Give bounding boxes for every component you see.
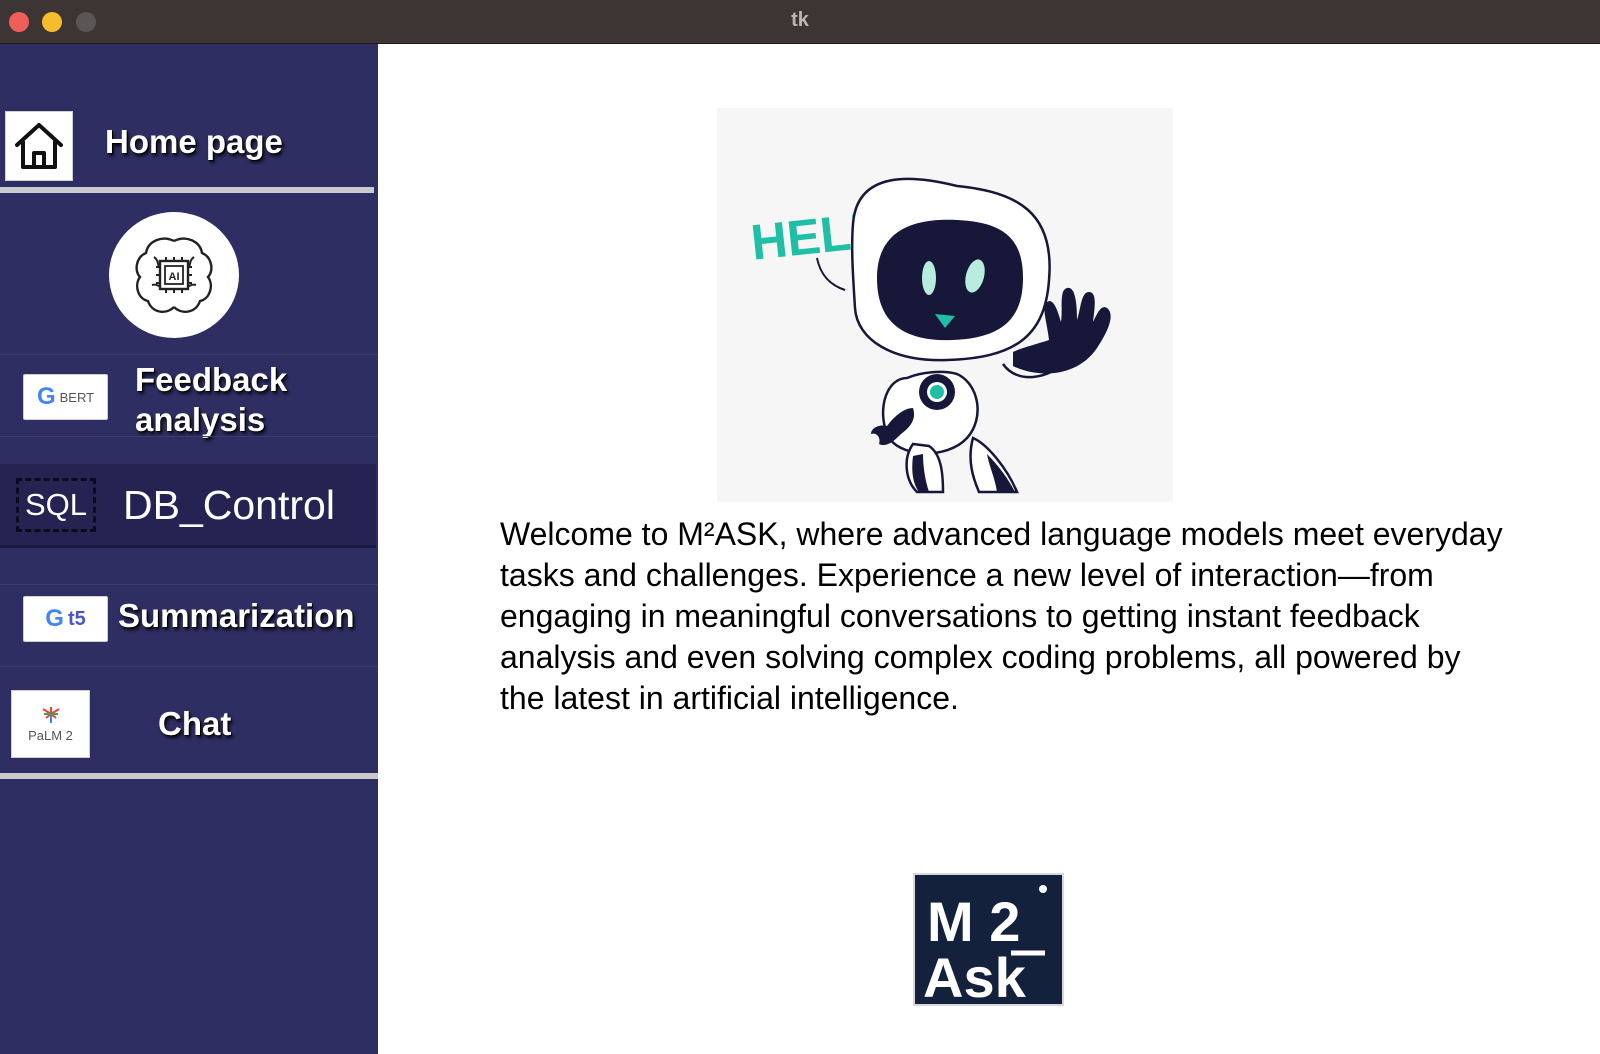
palm-leaf-icon [41, 706, 60, 723]
divider [0, 773, 378, 779]
divider [0, 436, 378, 437]
svg-text:M 2: M 2 [927, 890, 1020, 953]
title-bar: tk [0, 0, 1600, 44]
welcome-text: Welcome to M²ASK, where advanced languag… [500, 516, 1503, 716]
robot-hello-image: HELLO! [717, 108, 1173, 502]
sql-logo: SQL [16, 478, 96, 532]
sidebar-item-label: DB_Control [123, 482, 335, 528]
sidebar-item-db-control[interactable]: SQL DB_Control [0, 464, 376, 548]
sidebar: Home page AI G BERT Feedback analysis SQ… [0, 44, 378, 1054]
sidebar-item-label: Chat [158, 705, 232, 742]
divider [0, 666, 378, 667]
divider [0, 187, 374, 193]
ai-brain-chip-icon: AI [109, 212, 239, 338]
bert-logo: G BERT [23, 374, 108, 420]
palm2-logo: PaLM 2 [11, 690, 90, 758]
home-icon [5, 111, 73, 181]
ai-chip-text: AI [169, 271, 180, 283]
sidebar-item-chat[interactable]: PaLM 2 Chat [0, 690, 376, 758]
sidebar-item-label: Feedback analysis [135, 361, 288, 438]
sidebar-item-home[interactable]: Home page [0, 106, 376, 184]
window-title: tk [791, 9, 809, 31]
google-g-icon: G [45, 605, 64, 632]
sidebar-item-summarization[interactable]: G t5 Summarization [0, 592, 376, 654]
divider [0, 584, 378, 585]
sidebar-item-label: Home page [105, 123, 283, 160]
divider [0, 354, 378, 355]
sidebar-item-label: Summarization [118, 597, 355, 634]
google-g-icon: G [36, 383, 56, 410]
m2ask-logo: M 2 Ask [913, 873, 1064, 1009]
t5-logo: G t5 [23, 596, 108, 642]
